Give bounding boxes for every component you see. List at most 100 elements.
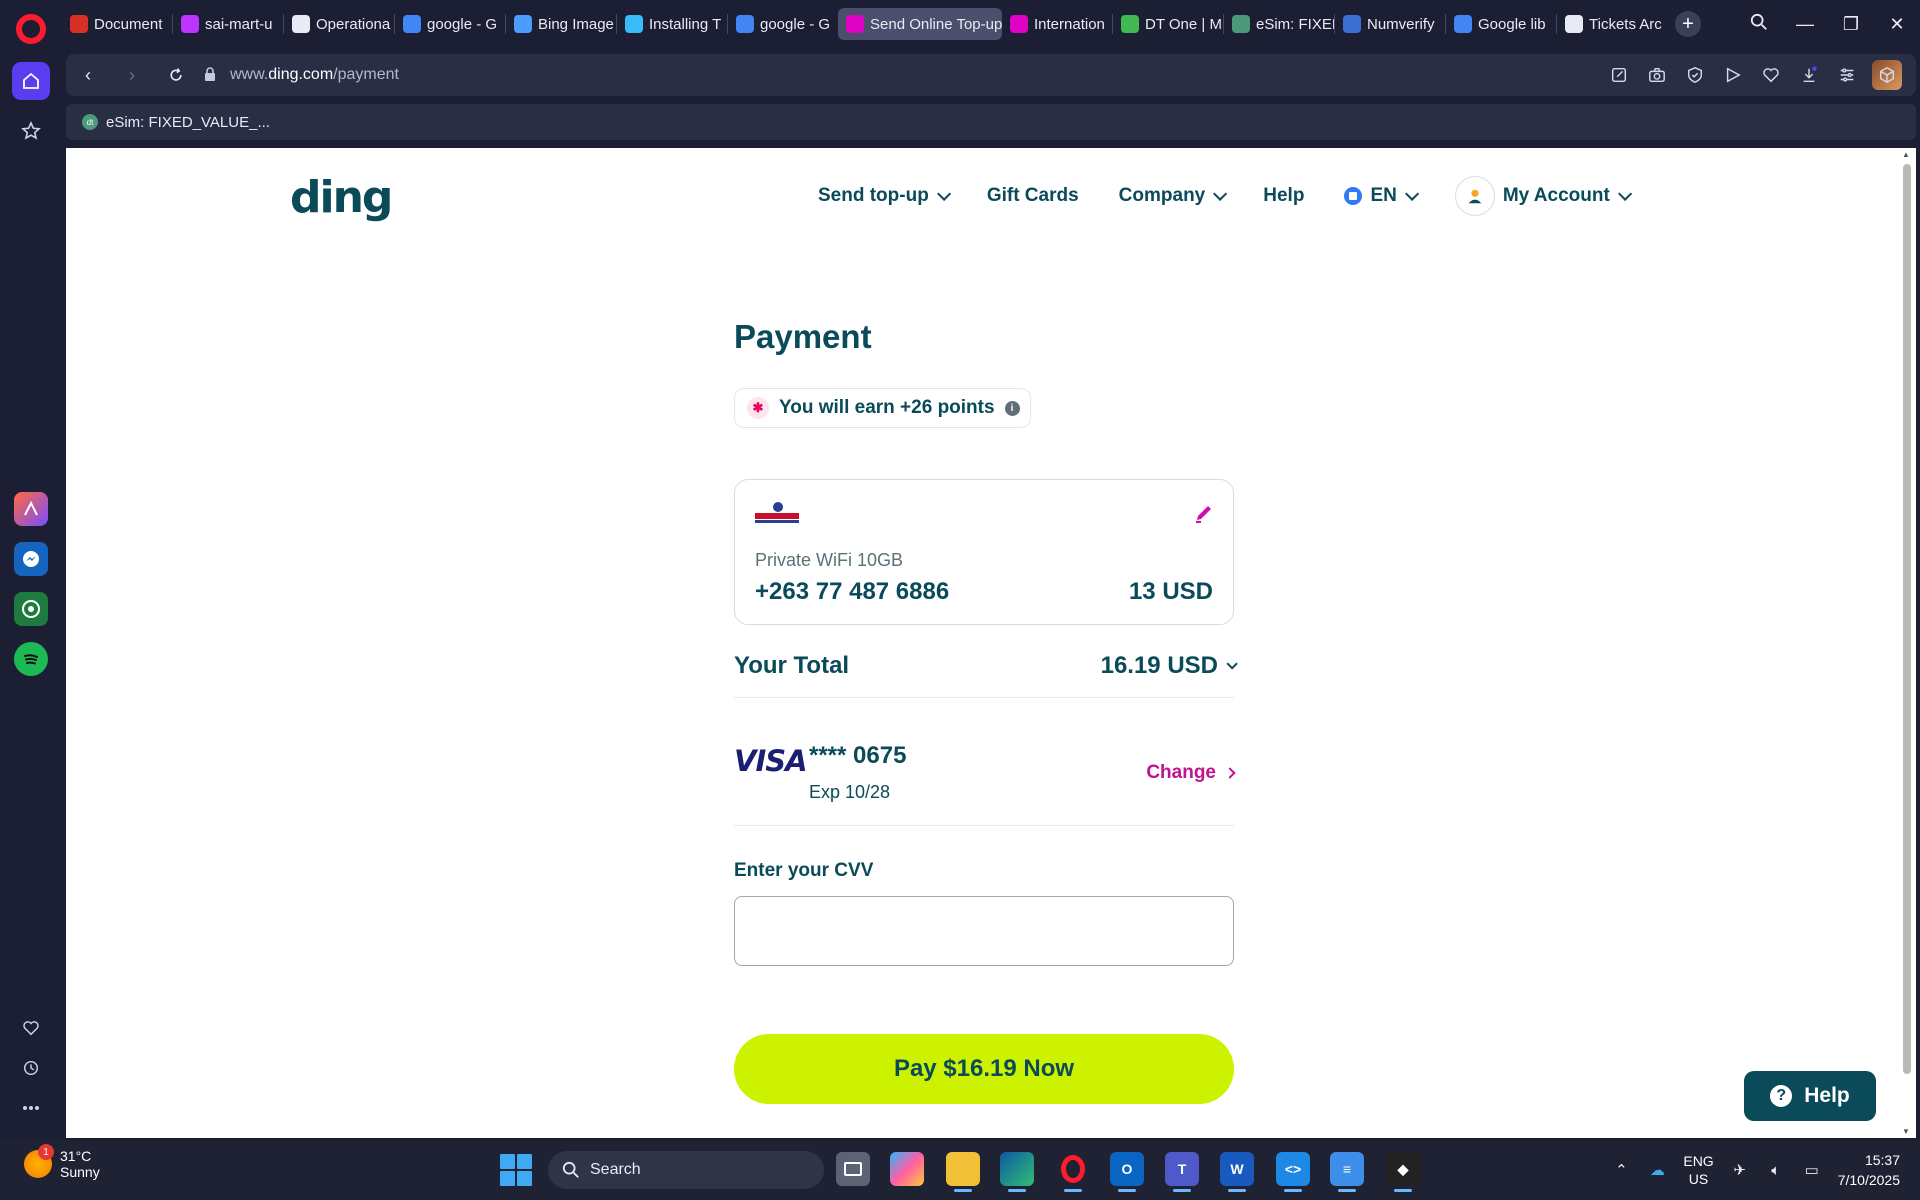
tab[interactable]: sai-mart-u [173,8,283,40]
battery-icon[interactable]: ▭ [1802,1160,1822,1180]
tab-label: Numverify [1367,15,1435,33]
bing-search-icon [514,15,532,33]
tab[interactable]: google - G [728,8,838,40]
restore-icon[interactable]: ❐ [1828,14,1874,35]
bookmark-item[interactable]: dt eSim: FIXED_VALUE_... [82,114,270,131]
vscode-icon[interactable]: <> [1276,1152,1310,1192]
spotify-icon[interactable] [14,642,48,676]
tab[interactable]: Document [62,8,172,40]
file-explorer-icon[interactable] [946,1152,980,1192]
tab[interactable]: Send Online Top-up [838,8,1002,40]
pencil-edit-icon[interactable] [1193,502,1215,524]
tab-search-icon[interactable] [1736,13,1782,36]
minimize-icon[interactable]: — [1782,14,1828,35]
tickets-icon [1565,15,1583,33]
tab[interactable]: Operationa [284,8,394,40]
nav-help[interactable]: Help [1263,185,1304,207]
more-dots-icon[interactable] [12,1092,50,1124]
opera-taskbar-icon[interactable] [1056,1152,1090,1192]
task-view-icon[interactable] [836,1152,870,1186]
outlook-icon[interactable]: O [1110,1152,1144,1192]
heart-icon[interactable] [12,1012,50,1044]
product-amount: 13 USD [1128,578,1213,605]
extensions-cube-icon[interactable] [1872,60,1902,90]
chevron-up-icon[interactable]: ⌃ [1611,1160,1631,1180]
points-text: You will earn +26 points [779,397,995,418]
onedrive-cloud-icon[interactable]: ☁ [1647,1160,1667,1180]
scroll-up-icon[interactable]: ▲ [1902,150,1910,159]
visa-logo: VISA [734,744,808,778]
input-language[interactable]: ENG US [1683,1152,1713,1188]
send-icon[interactable] [1720,62,1746,88]
copilot-icon[interactable] [890,1152,924,1186]
forward-icon[interactable]: › [110,54,154,96]
date: 7/10/2025 [1837,1172,1900,1188]
pay-now-button[interactable]: Pay $16.19 Now [734,1034,1234,1104]
url-path: /payment [333,66,399,83]
notepad-icon[interactable]: ≡ [1330,1152,1364,1192]
close-icon[interactable]: ✕ [1874,14,1920,35]
tab[interactable]: Google lib [1446,8,1556,40]
help-chat-label: Help [1804,1084,1850,1107]
dtone-icon [1121,15,1139,33]
url-field[interactable]: www.ding.com/payment [204,66,399,84]
opera-logo-icon[interactable] [16,14,46,44]
nav-company[interactable]: Company [1119,185,1228,207]
language-flag-icon [1344,187,1363,205]
app-cube-icon[interactable]: ◆ [1386,1152,1420,1192]
change-card-button[interactable]: Change [1146,762,1236,784]
messenger-icon[interactable] [14,542,48,576]
tab[interactable]: Numverify [1335,8,1445,40]
nav-send-topup[interactable]: Send top-up [818,185,952,207]
airplane-icon[interactable]: ✈ [1730,1160,1750,1180]
total-toggle[interactable]: 16.19 USD [1100,651,1238,680]
word-icon[interactable]: W [1220,1152,1254,1192]
weather-temp: 31°C [60,1148,92,1164]
nav-gift-cards[interactable]: Gift Cards [987,185,1079,207]
tab-label: DT One | M [1145,15,1222,33]
whatsapp-icon[interactable] [14,592,48,626]
total-value: 16.19 USD [1100,651,1218,679]
easy-setup-icon[interactable] [1834,62,1860,88]
shield-icon[interactable] [1682,62,1708,88]
weather-widget[interactable]: 1 31°C Sunny [24,1144,100,1180]
clock[interactable]: 15:37 7/10/2025 [1838,1150,1900,1190]
page-scrollbar[interactable]: ▲ ▼ [1898,148,1916,1138]
camera-icon[interactable] [1644,62,1670,88]
nav-my-account[interactable]: My Account [1454,176,1633,216]
tab[interactable]: Installing T [617,8,727,40]
phone-number: +263 77 487 6886 [755,578,950,605]
ding-logo[interactable]: ding [290,172,393,223]
tab[interactable]: eSim: FIXED [1224,8,1334,40]
teams-icon[interactable]: T [1165,1152,1199,1192]
cvv-input[interactable] [734,896,1234,966]
reload-icon[interactable] [154,54,198,96]
help-chat-button[interactable]: ? Help [1744,1071,1876,1121]
nav-language-label: EN [1370,185,1397,206]
tab[interactable]: Tickets Arc [1557,8,1667,40]
history-clock-icon[interactable] [12,1052,50,1084]
edge-icon[interactable] [1000,1152,1034,1192]
tab[interactable]: DT One | M [1113,8,1223,40]
info-icon[interactable]: i [1004,400,1020,416]
taskbar-search[interactable]: Search [548,1151,824,1189]
star-icon[interactable] [12,112,50,150]
edit-page-icon[interactable] [1606,62,1632,88]
scrollbar-thumb[interactable] [1903,164,1911,1074]
new-tab-button[interactable]: + [1675,11,1701,37]
tab[interactable]: google - G [395,8,505,40]
nav-language[interactable]: EN [1344,185,1420,207]
scroll-down-icon[interactable]: ▼ [1902,1127,1910,1136]
product-name: Private WiFi 10GB [755,550,904,570]
tab[interactable]: Internation [1002,8,1112,40]
tab[interactable]: Bing Image [506,8,616,40]
volume-icon[interactable]: 🔈︎ [1766,1160,1786,1180]
aria-icon[interactable] [14,492,48,526]
bookmarks-bar: dt eSim: FIXED_VALUE_... [66,104,1916,140]
back-icon[interactable]: ‹ [66,54,110,96]
heart-outline-icon[interactable] [1758,62,1784,88]
home-icon[interactable] [12,62,50,100]
download-icon[interactable] [1796,62,1822,88]
windows-start-icon[interactable] [500,1154,532,1186]
card-expiry: Exp 10/28 [809,782,891,802]
